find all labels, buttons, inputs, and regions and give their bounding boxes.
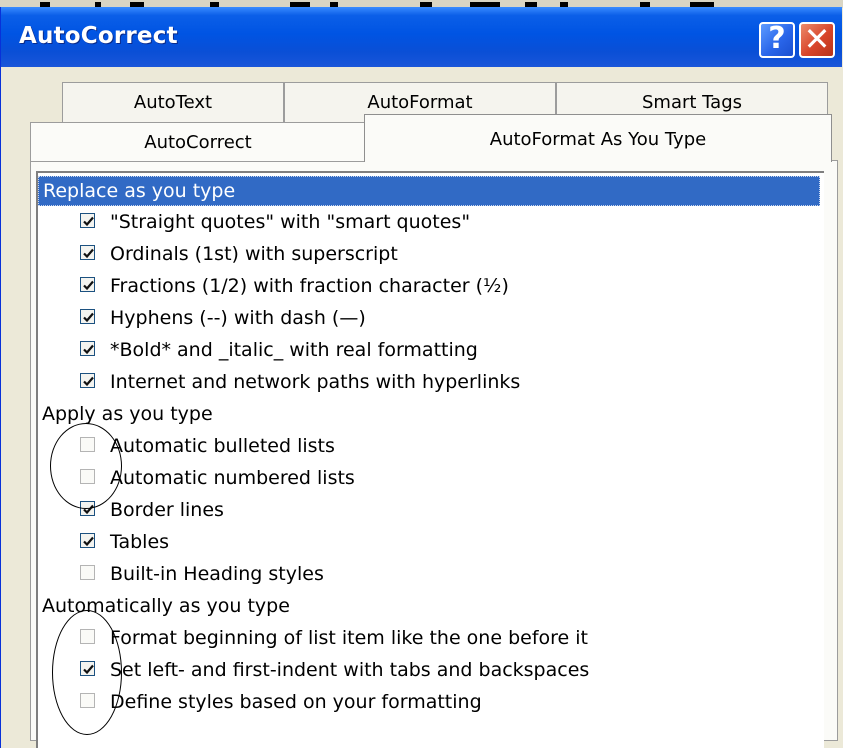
option-label: Automatic bulleted lists: [110, 435, 335, 457]
checkbox-unchecked[interactable]: [80, 693, 95, 708]
option-item[interactable]: Border lines: [38, 494, 224, 526]
option-item[interactable]: Define styles based on your formatting: [38, 686, 482, 718]
close-button[interactable]: ✕: [799, 22, 835, 58]
checkmark-icon: [83, 536, 94, 547]
section-heading[interactable]: Replace as you type: [38, 176, 820, 206]
tab-label: AutoFormat As You Type: [489, 129, 707, 150]
option-label: Tables: [110, 531, 170, 553]
option-label: Internet and network paths with hyperlin…: [110, 371, 521, 393]
option-label: Hyphens (--) with dash (—): [110, 307, 366, 329]
tab-autotext[interactable]: AutoText: [62, 82, 284, 122]
close-icon: ✕: [803, 20, 831, 58]
checkmark-icon: [83, 312, 94, 323]
tab-label: AutoCorrect: [144, 132, 252, 153]
checkbox-unchecked[interactable]: [80, 469, 95, 484]
option-item[interactable]: Built-in Heading styles: [38, 558, 324, 590]
checkbox-checked[interactable]: [80, 501, 95, 516]
checkbox-checked[interactable]: [80, 373, 95, 388]
option-label: Define styles based on your formatting: [110, 691, 482, 713]
section-heading[interactable]: Apply as you type: [38, 398, 213, 430]
checkbox-checked[interactable]: [80, 309, 95, 324]
checkbox-checked[interactable]: [80, 341, 95, 356]
section-heading[interactable]: Automatically as you type: [38, 590, 290, 622]
help-icon: ?: [768, 21, 786, 56]
option-item[interactable]: Fractions (1/2) with fraction character …: [38, 270, 509, 302]
option-item[interactable]: *Bold* and _italic_ with real formatting: [38, 334, 478, 366]
checkbox-unchecked[interactable]: [80, 437, 95, 452]
option-item[interactable]: Automatic numbered lists: [38, 462, 355, 494]
checkmark-icon: [83, 280, 94, 291]
option-item[interactable]: Ordinals (1st) with superscript: [38, 238, 398, 270]
option-item[interactable]: "Straight quotes" with "smart quotes": [38, 206, 470, 238]
option-item[interactable]: Hyphens (--) with dash (—): [38, 302, 366, 334]
option-item[interactable]: Set left- and first-indent with tabs and…: [38, 654, 589, 686]
option-label: Automatic numbered lists: [110, 467, 355, 489]
option-item[interactable]: Tables: [38, 526, 169, 558]
option-item[interactable]: Format beginning of list item like the o…: [38, 622, 588, 654]
checkbox-checked[interactable]: [80, 533, 95, 548]
checkbox-checked[interactable]: [80, 277, 95, 292]
checkmark-icon: [83, 376, 94, 387]
tab-autocorrect[interactable]: AutoCorrect: [30, 122, 366, 162]
checkbox-unchecked[interactable]: [80, 629, 95, 644]
checkmark-icon: [83, 664, 94, 675]
help-button[interactable]: ?: [759, 22, 795, 58]
option-item[interactable]: Automatic bulleted lists: [38, 430, 335, 462]
tab-autoformat-as-you-type[interactable]: AutoFormat As You Type: [364, 114, 832, 162]
option-label: Fractions (1/2) with fraction character …: [110, 275, 509, 297]
option-label: "Straight quotes" with "smart quotes": [110, 211, 471, 233]
checkbox-checked[interactable]: [80, 661, 95, 676]
title-bar[interactable]: AutoCorrect ? ✕: [1, 7, 842, 67]
option-label: Ordinals (1st) with superscript: [110, 243, 398, 265]
checkmark-icon: [83, 216, 94, 227]
option-label: Format beginning of list item like the o…: [110, 627, 588, 649]
checkmark-icon: [83, 248, 94, 259]
checkmark-icon: [83, 504, 94, 515]
checkbox-checked[interactable]: [80, 245, 95, 260]
tab-label: AutoText: [133, 92, 213, 113]
option-label: Built-in Heading styles: [110, 563, 324, 585]
options-list[interactable]: Replace as you type "Straight quotes" wit…: [36, 171, 824, 748]
option-label: *Bold* and _italic_ with real formatting: [110, 339, 478, 361]
checkbox-checked[interactable]: [80, 213, 95, 228]
dialog-title: AutoCorrect: [19, 23, 178, 49]
option-label: Border lines: [110, 499, 224, 521]
checkmark-icon: [83, 344, 94, 355]
option-label: Set left- and first-indent with tabs and…: [110, 659, 590, 681]
option-item[interactable]: Internet and network paths with hyperlin…: [38, 366, 520, 398]
checkbox-unchecked[interactable]: [80, 565, 95, 580]
